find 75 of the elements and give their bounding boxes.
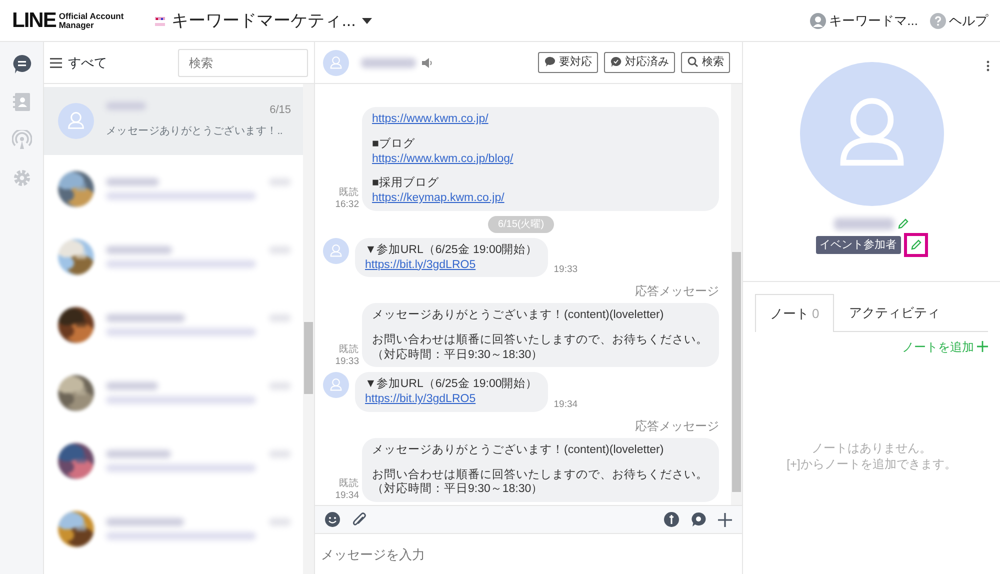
read-status: 既読: [338, 187, 359, 199]
blurred-name: [361, 58, 416, 68]
auto-reply-label: 応答メッセージ: [635, 284, 719, 298]
empty-message: [+]からノートを追加できます。: [786, 456, 956, 474]
read-status: 既読: [338, 344, 359, 356]
avatar-icon: [323, 50, 349, 76]
message-text: ■採用ブログ: [372, 176, 440, 192]
tab[interactable]: アクティビティ: [834, 294, 956, 330]
message-text: ▼参加URL（6/25金 19:00開始）: [365, 242, 538, 258]
message-preview: メッセージありがとうございます！..: [106, 124, 284, 140]
read-status: 既読: [338, 478, 359, 490]
help-link[interactable]: ヘルプ: [930, 10, 988, 30]
conversation-item[interactable]: 6/15 メッセージありがとうございます！..: [44, 87, 303, 155]
avatar-icon: [58, 103, 94, 139]
blurred-name: [106, 178, 159, 186]
blurred-name: [106, 102, 146, 110]
message-time: 19:33: [554, 263, 578, 277]
attachment-icon[interactable]: [352, 512, 367, 528]
logo-subtitle: Manager: [58, 20, 95, 29]
search-button[interactable]: 検索: [681, 52, 730, 73]
chat-bubble-icon[interactable]: [691, 512, 706, 527]
user-menu[interactable]: キーワードマ...: [810, 10, 918, 30]
message-text: メッセージありがとうございます！(content)(loveletter): [372, 442, 665, 458]
contacts-icon[interactable]: [12, 92, 32, 112]
help-icon: [930, 12, 946, 28]
status-button[interactable]: 対応済み: [604, 52, 675, 73]
more-icon[interactable]: [986, 60, 990, 72]
avatar-icon: [323, 372, 349, 398]
scrollbar[interactable]: [303, 84, 314, 574]
message-text: お問い合わせは順番に回答いたしますので、お待ちください。（対応時間：平日9:30～18:30）: [372, 468, 709, 497]
speech-bubble-icon: [544, 56, 556, 68]
avatar-icon: [800, 62, 944, 206]
message-text: ▼参加URL（6/25金 19:00開始）: [365, 377, 538, 392]
message-link[interactable]: https://www.kwm.co.jp/: [372, 113, 488, 126]
search-icon: [687, 56, 699, 68]
caret-icon: [362, 18, 372, 24]
message-time: 19:34: [554, 398, 578, 412]
avatar-icon: [323, 238, 349, 264]
message-time: 19:33: [334, 356, 359, 368]
search-field[interactable]: 検索: [178, 48, 308, 76]
message-time: 19:34: [334, 490, 359, 502]
edit-icon[interactable]: [897, 218, 909, 230]
account-icon: [154, 14, 166, 26]
message-text: お問い合わせは順番に回答いたしますので、お待ちください。（対応時間：平日9:30～18:30）: [372, 332, 709, 362]
message-text: ■ブログ: [372, 136, 416, 152]
chat-icon[interactable]: [12, 54, 32, 74]
empty-message: ノートはありません。: [812, 440, 932, 456]
add-icon: [977, 341, 988, 352]
auto-reply-label: 応答メッセージ: [635, 418, 719, 433]
message-link[interactable]: https://www.kwm.co.jp/blog/: [372, 152, 514, 165]
status-button[interactable]: 要対応: [538, 52, 598, 73]
blurred-name: [106, 382, 158, 390]
tab[interactable]: ノート 0: [755, 294, 834, 332]
message-time: 16:32: [334, 198, 359, 211]
blurred-name: [106, 246, 172, 254]
speaker-icon: [422, 58, 433, 68]
conversation-date: 6/15: [270, 102, 291, 118]
add-icon[interactable]: [718, 512, 732, 526]
scrollbar[interactable]: [731, 84, 742, 505]
message-text: メッセージありがとうございます！(content)(loveletter): [372, 308, 665, 323]
speech-bubble-icon: [610, 56, 622, 68]
message-link[interactable]: https://keymap.kwm.co.jp/: [372, 192, 504, 204]
tag-label: イベント参加者: [816, 236, 900, 254]
filter-menu[interactable]: すべて: [50, 52, 107, 72]
logo-subtitle: Official Account: [58, 12, 124, 20]
blurred-name: [834, 218, 894, 230]
edit-icon[interactable]: [910, 239, 922, 251]
blurred-name: [106, 450, 171, 458]
menu-icon: [50, 58, 62, 68]
user-icon: [810, 12, 826, 28]
message-link[interactable]: https://bit.ly/3gdLRO5: [365, 393, 476, 406]
logo-text: LINE: [12, 10, 56, 31]
message-link[interactable]: https://bit.ly/3gdLRO5: [365, 258, 476, 271]
account-switcher[interactable]: キーワードマーケティ...: [154, 8, 372, 34]
emoji-icon[interactable]: [325, 512, 340, 527]
